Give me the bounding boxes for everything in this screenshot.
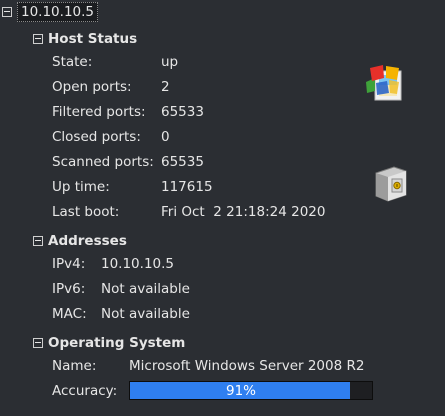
label-ipv6: IPv6:	[52, 280, 86, 297]
label-mac: MAC:	[52, 305, 87, 322]
label-up-time: Up time:	[52, 178, 110, 195]
collapse-toggle-host-status[interactable]	[33, 33, 43, 44]
os-header[interactable]: Operating System	[33, 332, 442, 353]
os-title: Operating System	[48, 334, 186, 351]
value-last-boot: Fri Oct 2 21:18:24 2020	[161, 203, 326, 220]
addresses-title: Addresses	[48, 232, 127, 249]
row-closed-ports: Closed ports: 0	[52, 124, 442, 149]
row-accuracy: Accuracy: 91%	[52, 378, 442, 403]
addresses-body: IPv4: 10.10.10.5 IPv6: Not available MAC…	[52, 251, 442, 326]
label-accuracy: Accuracy:	[52, 382, 118, 399]
label-os-name: Name:	[52, 357, 97, 374]
value-scanned-ports: 65535	[161, 153, 204, 170]
row-mac: MAC: Not available	[52, 301, 442, 326]
value-up-time: 117615	[161, 178, 213, 195]
label-last-boot: Last boot:	[52, 203, 120, 220]
host-status-title: Host Status	[48, 30, 138, 47]
collapse-toggle-os[interactable]	[33, 337, 43, 348]
accuracy-progress-text: 91%	[225, 382, 256, 399]
label-scanned-ports: Scanned ports:	[52, 153, 154, 170]
collapse-toggle-host[interactable]	[2, 6, 12, 17]
windows-os-icon	[366, 65, 402, 101]
host-address-label[interactable]: 10.10.10.5	[17, 1, 98, 22]
section-addresses: Addresses IPv4: 10.10.10.5 IPv6: Not ava…	[33, 230, 442, 326]
label-ipv4: IPv4:	[52, 255, 86, 272]
value-open-ports: 2	[161, 78, 170, 95]
value-os-name: Microsoft Windows Server 2008 R2	[129, 357, 365, 374]
label-filtered-ports: Filtered ports:	[52, 103, 146, 120]
value-mac: Not available	[101, 305, 190, 322]
row-os-name: Name: Microsoft Windows Server 2008 R2	[52, 353, 442, 378]
section-operating-system: Operating System Name: Microsoft Windows…	[33, 332, 442, 403]
host-node[interactable]: 10.10.10.5	[2, 1, 442, 22]
host-status-header[interactable]: Host Status	[33, 28, 442, 49]
label-open-ports: Open ports:	[52, 78, 132, 95]
addresses-header[interactable]: Addresses	[33, 230, 442, 251]
safe-icon	[375, 166, 407, 202]
row-ipv4: IPv4: 10.10.10.5	[52, 251, 442, 276]
value-filtered-ports: 65533	[161, 103, 204, 120]
collapse-toggle-addresses[interactable]	[33, 235, 43, 246]
accuracy-progress-bar: 91%	[129, 381, 373, 400]
value-ipv4: 10.10.10.5	[101, 255, 174, 272]
row-ipv6: IPv6: Not available	[52, 276, 442, 301]
label-state: State:	[52, 53, 93, 70]
label-closed-ports: Closed ports:	[52, 128, 141, 145]
os-body: Name: Microsoft Windows Server 2008 R2 A…	[52, 353, 442, 403]
value-ipv6: Not available	[101, 280, 190, 297]
value-state: up	[161, 53, 179, 70]
value-closed-ports: 0	[161, 128, 170, 145]
